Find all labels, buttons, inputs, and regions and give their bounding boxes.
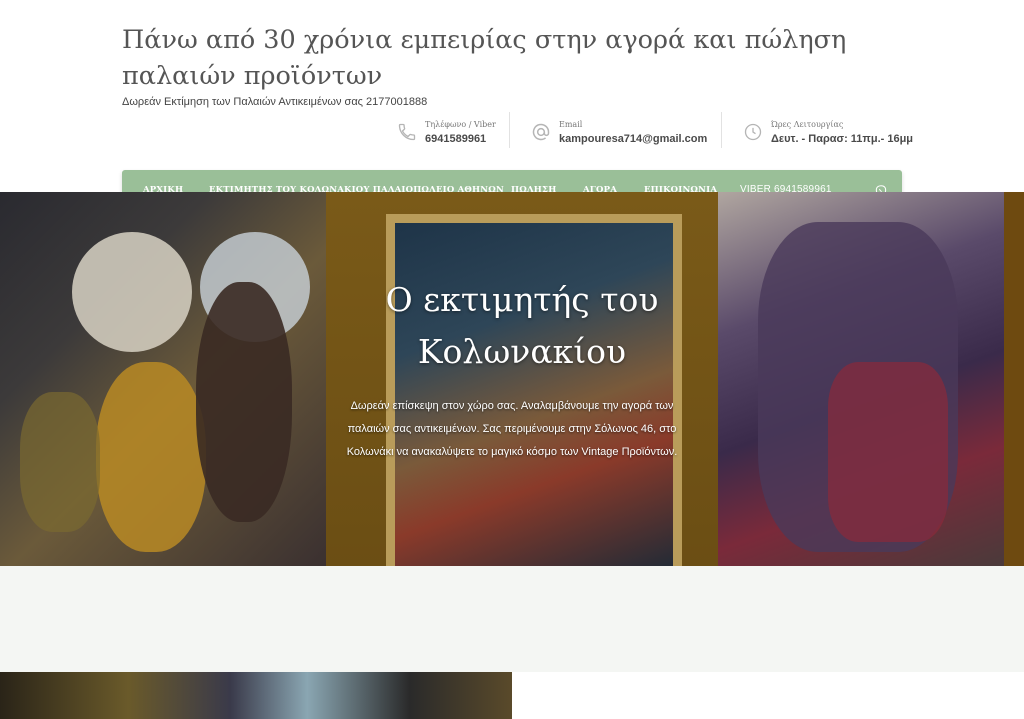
contact-divider — [721, 112, 722, 148]
hero-edge — [1004, 192, 1024, 566]
contact-divider — [509, 112, 510, 148]
hero-banner: Ο εκτιμητής του Κολωνακίου Δωρεάν επίσκε… — [0, 192, 1024, 566]
site-tagline: Δωρεάν Εκτίμηση των Παλαιών Αντικειμένων… — [122, 96, 428, 108]
contact-phone[interactable]: Τηλέφωνο / Viber 6941589961 — [397, 112, 496, 150]
hero-title: Ο εκτιμητής του Κολωνακίου — [385, 280, 659, 371]
clock-icon — [744, 123, 762, 141]
contact-hours-value: Δευτ. - Παρασ: 11πμ.- 16μμ — [771, 133, 914, 145]
contact-email-label: Email — [559, 120, 583, 129]
site-title[interactable]: Πάνω από 30 χρόνια εμπειρίας στην αγορά … — [122, 22, 882, 94]
gilded-frame — [386, 214, 682, 566]
hero-image-costume — [718, 192, 1004, 566]
at-icon — [532, 123, 550, 141]
contact-email[interactable]: Email kampouresa714@gmail.com — [531, 112, 707, 150]
contact-phone-value[interactable]: 6941589961 — [425, 133, 496, 145]
hero-image-painting — [326, 192, 718, 566]
phone-icon — [398, 123, 416, 141]
contact-hours: Ώρες Λειτουργίας Δευτ. - Παρασ: 11πμ.- 1… — [743, 112, 913, 150]
content-band — [0, 566, 1024, 672]
contact-hours-label: Ώρες Λειτουργίας — [771, 120, 844, 129]
hero-image-ceramics — [0, 192, 326, 566]
contact-email-value[interactable]: kampouresa714@gmail.com — [559, 133, 707, 145]
site-header: Πάνω από 30 χρόνια εμπειρίας στην αγορά … — [0, 0, 1024, 192]
contact-phone-label: Τηλέφωνο / Viber — [425, 120, 496, 129]
hero-description: Δωρεάν επίσκεψη στον χώρο σας. Αναλαμβάν… — [346, 400, 678, 458]
gallery-thumbnail[interactable] — [0, 672, 512, 719]
